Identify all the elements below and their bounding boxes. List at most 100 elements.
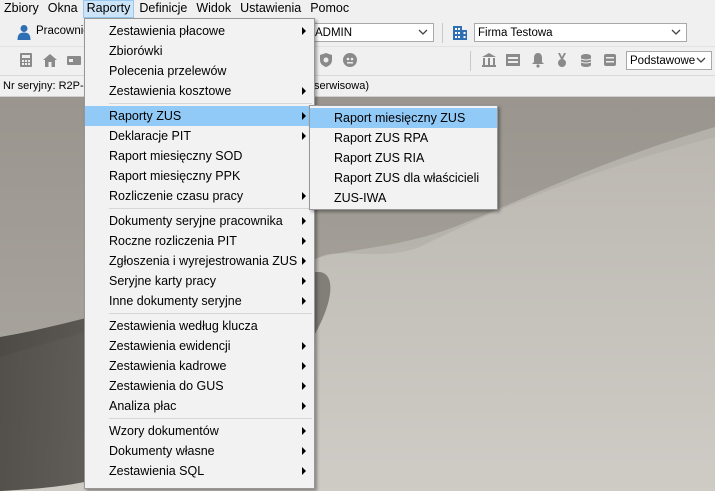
bank-icon[interactable] xyxy=(481,52,499,70)
chevron-down-icon xyxy=(671,29,681,35)
toolbar-separator xyxy=(470,51,471,71)
menu-item-wzory-dokumentow[interactable]: Wzory dokumentów xyxy=(85,421,314,441)
zus-icon[interactable] xyxy=(505,52,523,70)
company-combo-value: Firma Testowa xyxy=(478,27,553,39)
submenu-item-label: Raport miesięczny ZUS xyxy=(334,111,466,125)
menu-item-polecenia-przelewow[interactable]: Polecenia przelewów xyxy=(85,61,314,81)
person-icon[interactable] xyxy=(16,24,32,40)
card-icon[interactable] xyxy=(66,52,84,70)
menu-divider xyxy=(109,313,312,314)
submenu-item-raport-zus-ria[interactable]: Raport ZUS RIA xyxy=(310,148,497,168)
menu-item-zbiorowki[interactable]: Zbiorówki xyxy=(85,41,314,61)
menu-item-analiza-plac[interactable]: Analiza płac xyxy=(85,396,314,416)
shield-icon[interactable] xyxy=(318,52,336,70)
menu-item-dokumenty-wlasne[interactable]: Dokumenty własne xyxy=(85,441,314,461)
menu-item-inne-dokumenty-seryjne[interactable]: Inne dokumenty seryjne xyxy=(85,291,314,311)
chevron-down-icon xyxy=(696,57,706,63)
chevron-down-icon xyxy=(418,29,428,35)
submenu-arrow-icon xyxy=(302,427,306,435)
operator-combo-value: ADMIN xyxy=(315,27,353,39)
menu-item-rozliczenie-czasu-pracy[interactable]: Rozliczenie czasu pracy xyxy=(85,186,314,206)
submenu-arrow-icon xyxy=(302,447,306,455)
menu-item-zestawienia-kadrowe[interactable]: Zestawienia kadrowe xyxy=(85,356,314,376)
submenu-item-label: ZUS-IWA xyxy=(334,191,387,205)
submenu-arrow-icon xyxy=(302,192,306,200)
menu-item-dokumenty-seryjne-pracownika[interactable]: Dokumenty seryjne pracownika xyxy=(85,211,314,231)
submenu-arrow-icon xyxy=(302,132,306,140)
submenu-item-label: Raport ZUS RPA xyxy=(334,131,429,145)
menu-item-label: Wzory dokumentów xyxy=(109,424,219,438)
submenu-item-label: Raport ZUS dla właścicieli xyxy=(334,171,480,185)
menu-item-label: Inne dokumenty seryjne xyxy=(109,294,242,308)
menu-widok[interactable]: Widok xyxy=(192,0,235,18)
menu-item-label: Raport miesięczny SOD xyxy=(109,149,243,163)
submenu-arrow-icon xyxy=(302,467,306,475)
menu-item-label: Dokumenty własne xyxy=(109,444,215,458)
menu-item-zestawienia-sql[interactable]: Zestawienia SQL xyxy=(85,461,314,481)
company-combo[interactable]: Firma Testowa xyxy=(474,23,687,42)
menu-item-label: Zestawienia według klucza xyxy=(109,319,258,333)
raporty-zus-submenu: Raport miesięczny ZUS Raport ZUS RPA Rapor… xyxy=(309,105,498,210)
submenu-arrow-icon xyxy=(302,362,306,370)
menu-item-label: Zbiorówki xyxy=(109,44,163,58)
money-icon[interactable] xyxy=(342,52,360,70)
menu-item-label: Raporty ZUS xyxy=(109,109,182,123)
menu-item-raport-miesieczny-sod[interactable]: Raport miesięczny SOD xyxy=(85,146,314,166)
home-icon[interactable] xyxy=(42,52,60,70)
service-mode-text: serwisowa) xyxy=(314,80,370,92)
menu-pomoc[interactable]: Pomoc xyxy=(306,0,353,18)
menu-item-seryjne-karty-pracy[interactable]: Seryjne karty pracy xyxy=(85,271,314,291)
menu-item-zgloszenia-i-wyrejestrowania-zus[interactable]: Zgłoszenia i wyrejestrowania ZUS xyxy=(85,251,314,271)
menu-item-label: Seryjne karty pracy xyxy=(109,274,216,288)
submenu-item-raport-miesieczny-zus[interactable]: Raport miesięczny ZUS xyxy=(310,108,497,128)
submenu-arrow-icon xyxy=(302,257,306,265)
menu-divider xyxy=(109,208,312,209)
menu-item-label: Zestawienia kosztowe xyxy=(109,84,232,98)
toolbar-separator xyxy=(442,23,443,43)
menu-item-label: Zestawienia SQL xyxy=(109,464,205,478)
serial-number-text: Nr seryjny: R2P- xyxy=(3,80,84,92)
menu-item-zestawienia-wedlug-klucza[interactable]: Zestawienia według klucza xyxy=(85,316,314,336)
submenu-arrow-icon xyxy=(302,237,306,245)
menu-item-raport-miesieczny-ppk[interactable]: Raport miesięczny PPK xyxy=(85,166,314,186)
view-combo[interactable]: Podstawowe xyxy=(626,51,712,70)
worker-button-label[interactable]: Pracownic xyxy=(36,25,89,37)
settings-icon[interactable] xyxy=(602,52,620,70)
operator-combo[interactable]: ADMIN xyxy=(311,23,434,42)
menu-ustawienia[interactable]: Ustawienia xyxy=(236,0,305,18)
menu-item-zestawienia-do-gus[interactable]: Zestawienia do GUS xyxy=(85,376,314,396)
submenu-item-raport-zus-dla-wlascicieli[interactable]: Raport ZUS dla właścicieli xyxy=(310,168,497,188)
menu-bar: Zbiory Okna Raporty Definicje Widok Usta… xyxy=(0,0,715,18)
view-combo-value: Podstawowe xyxy=(630,55,696,67)
submenu-arrow-icon xyxy=(302,277,306,285)
menu-raporty[interactable]: Raporty xyxy=(82,0,135,18)
menu-item-label: Zestawienia do GUS xyxy=(109,379,224,393)
menu-item-label: Zestawienia płacowe xyxy=(109,24,226,38)
menu-zbiory[interactable]: Zbiory xyxy=(0,0,43,18)
calculator-icon[interactable] xyxy=(18,52,36,70)
menu-item-zestawienia-ewidencji[interactable]: Zestawienia ewidencji xyxy=(85,336,314,356)
submenu-arrow-icon xyxy=(302,382,306,390)
submenu-arrow-icon xyxy=(302,342,306,350)
bell-icon[interactable] xyxy=(530,52,548,70)
menu-item-deklaracje-pit[interactable]: Deklaracje PIT xyxy=(85,126,314,146)
menu-item-raporty-zus[interactable]: Raporty ZUS xyxy=(85,106,314,126)
submenu-item-zus-iwa[interactable]: ZUS-IWA xyxy=(310,188,497,208)
menu-okna[interactable]: Okna xyxy=(44,0,82,18)
medal-icon[interactable] xyxy=(554,52,572,70)
submenu-item-label: Raport ZUS RIA xyxy=(334,151,425,165)
menu-item-label: Deklaracje PIT xyxy=(109,129,191,143)
submenu-arrow-icon xyxy=(302,87,306,95)
submenu-arrow-icon xyxy=(302,402,306,410)
menu-item-label: Polecenia przelewów xyxy=(109,64,227,78)
menu-definicje[interactable]: Definicje xyxy=(135,0,191,18)
menu-item-label: Raport miesięczny PPK xyxy=(109,169,241,183)
menu-item-zestawienia-kosztowe[interactable]: Zestawienia kosztowe xyxy=(85,81,314,101)
menu-item-roczne-rozliczenia-pit[interactable]: Roczne rozliczenia PIT xyxy=(85,231,314,251)
building-icon xyxy=(452,24,468,40)
menu-item-label: Analiza płac xyxy=(109,399,177,413)
coins-icon[interactable] xyxy=(578,52,596,70)
menu-item-label: Roczne rozliczenia PIT xyxy=(109,234,237,248)
submenu-item-raport-zus-rpa[interactable]: Raport ZUS RPA xyxy=(310,128,497,148)
menu-item-zestawienia-placowe[interactable]: Zestawienia płacowe xyxy=(85,21,314,41)
